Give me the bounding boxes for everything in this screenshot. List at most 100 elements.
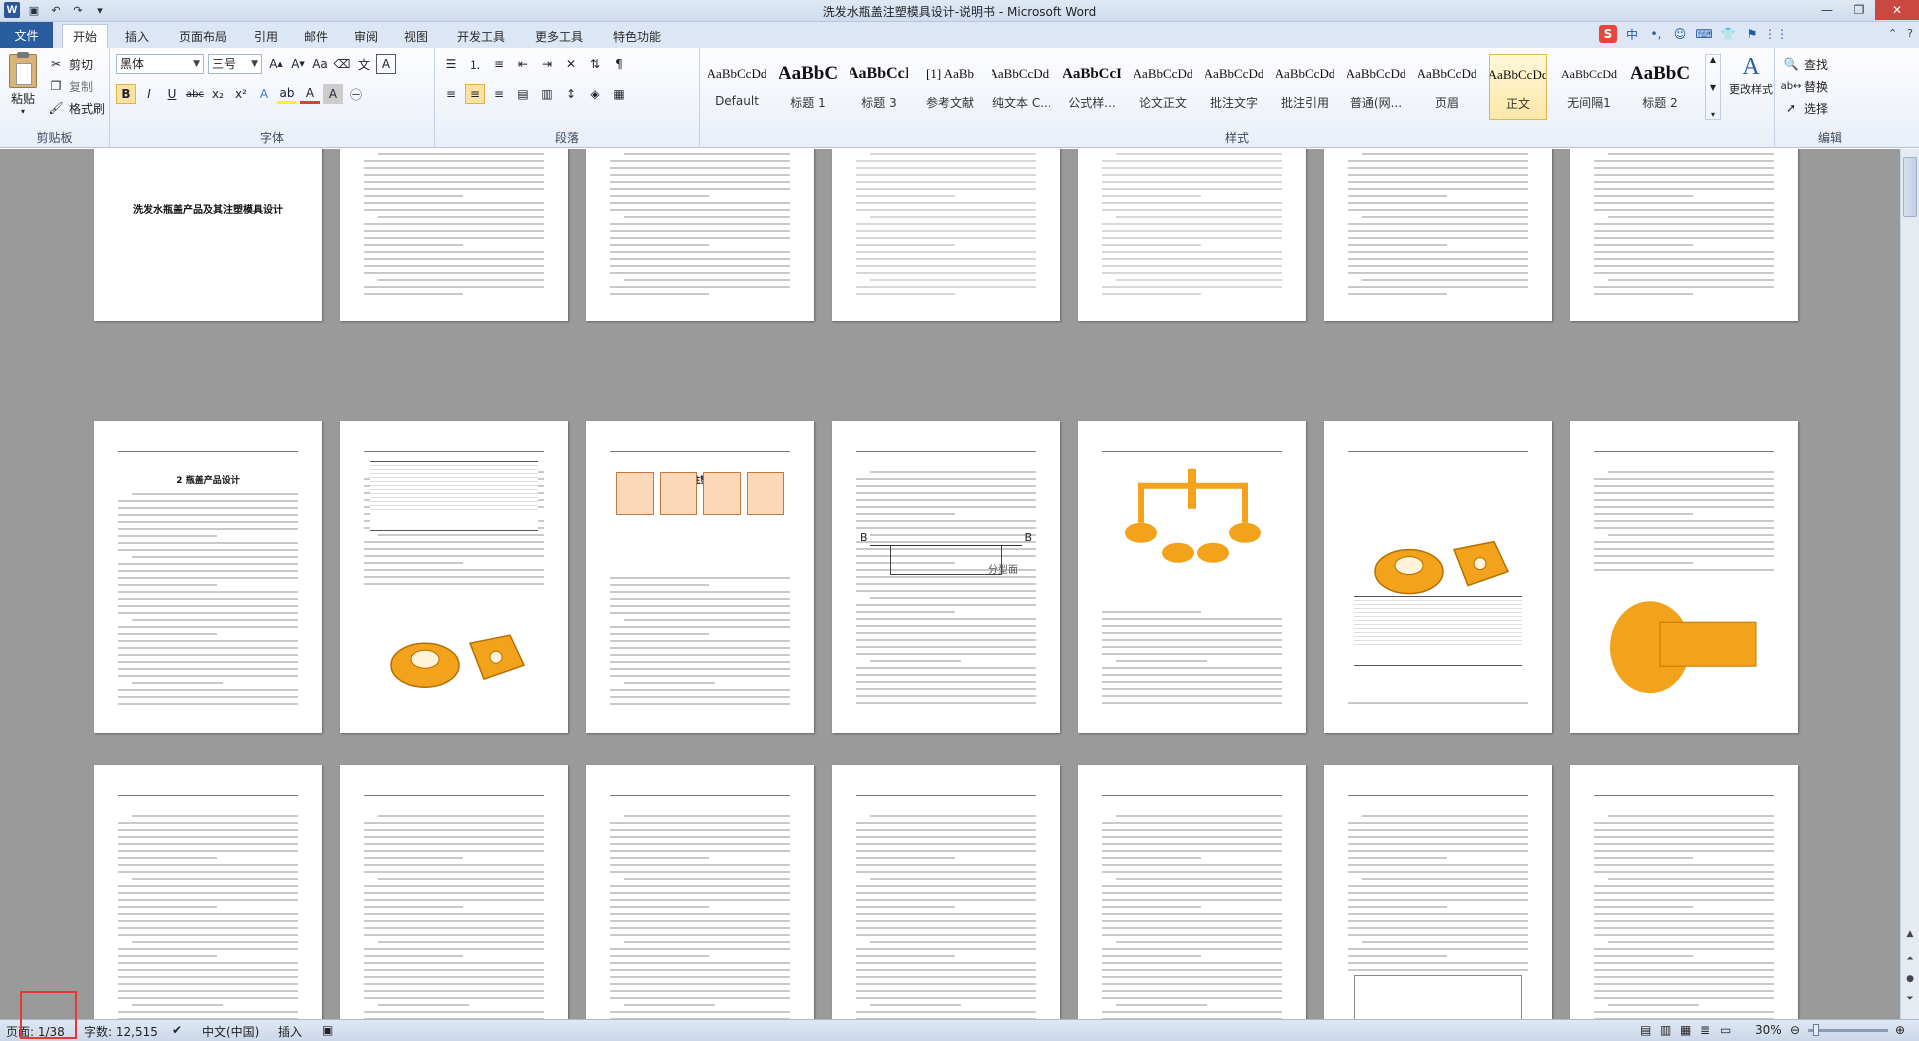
zoom-level[interactable]: 30%: [1755, 1023, 1782, 1037]
style-item[interactable]: AaBbC 标题 1: [779, 54, 837, 120]
document-page[interactable]: [1570, 421, 1798, 733]
print-layout-icon[interactable]: ▤: [1640, 1023, 1651, 1037]
document-page[interactable]: 3 瓶盖注塑模设计: [586, 421, 814, 733]
borders-icon[interactable]: ▦: [609, 84, 629, 104]
increase-indent-icon[interactable]: ⇥: [537, 54, 557, 74]
document-page[interactable]: [832, 149, 1060, 321]
document-page[interactable]: [586, 765, 814, 1019]
gallery-more-icon[interactable]: ▾: [1706, 110, 1720, 119]
bold-icon[interactable]: B: [116, 84, 136, 104]
strikethrough-icon[interactable]: abc: [185, 84, 205, 104]
document-page[interactable]: [340, 149, 568, 321]
justify-icon[interactable]: ▤: [513, 84, 533, 104]
document-page[interactable]: [1078, 765, 1306, 1019]
font-name-combo[interactable]: 黑体 ▼: [116, 54, 204, 74]
style-item[interactable]: AaBbCcDd 无间隔1: [1560, 54, 1618, 120]
align-center-icon[interactable]: ≡: [465, 84, 485, 104]
phonetic-guide-icon[interactable]: 文: [354, 54, 374, 74]
scrollbar-thumb[interactable]: [1903, 157, 1917, 217]
ribbon-collapse-icon[interactable]: ⌃: [1888, 27, 1897, 40]
enclose-character-icon[interactable]: ㊀: [346, 84, 366, 104]
distributed-icon[interactable]: ▥: [537, 84, 557, 104]
sort-icon[interactable]: ⇅: [585, 54, 605, 74]
align-right-icon[interactable]: ≡: [489, 84, 509, 104]
numbering-icon[interactable]: ⒈: [465, 54, 485, 74]
document-page[interactable]: 洗发水瓶盖产品及其注塑模具设计: [94, 149, 322, 321]
style-item[interactable]: AaBbCcI 公式样...: [1063, 54, 1121, 120]
highlight-icon[interactable]: ab: [277, 84, 297, 104]
character-shading-icon[interactable]: A: [323, 84, 343, 104]
style-item[interactable]: AaBbCcDd 正文: [1489, 54, 1547, 120]
zoom-slider[interactable]: [1808, 1029, 1888, 1032]
document-page[interactable]: [1570, 765, 1798, 1019]
web-layout-icon[interactable]: ▦: [1680, 1023, 1691, 1037]
chinese-layout-icon[interactable]: ✕: [561, 54, 581, 74]
paste-button[interactable]: 粘贴 ▾: [6, 52, 40, 116]
shading-icon[interactable]: ◈: [585, 84, 605, 104]
zoom-out-icon[interactable]: ⊖: [1790, 1023, 1800, 1037]
vertical-scrollbar[interactable]: ▲ ⏶ ● ⏷: [1900, 149, 1919, 1019]
superscript-icon[interactable]: x²: [231, 84, 251, 104]
document-page[interactable]: [1324, 765, 1552, 1019]
insert-mode[interactable]: 插入: [278, 1023, 302, 1040]
document-page[interactable]: [1324, 421, 1552, 733]
word-count[interactable]: 字数: 12,515: [84, 1023, 158, 1040]
full-screen-reading-icon[interactable]: ▥: [1660, 1023, 1671, 1037]
change-styles-button[interactable]: A 更改样式: [1728, 54, 1774, 97]
grow-font-icon[interactable]: A ▲: [266, 54, 286, 74]
underline-icon[interactable]: U: [162, 84, 182, 104]
multilevel-list-icon[interactable]: ≡: [489, 54, 509, 74]
document-page[interactable]: [340, 765, 568, 1019]
ime-menu-icon[interactable]: ⋮⋮: [1764, 25, 1788, 43]
style-item[interactable]: AaBbCcDd Default: [708, 54, 766, 120]
tab-page-layout[interactable]: 页面布局: [168, 24, 238, 48]
draft-view-icon[interactable]: ▭: [1720, 1023, 1731, 1037]
style-item[interactable]: AaBbCcDd 页眉: [1418, 54, 1476, 120]
document-page[interactable]: [832, 765, 1060, 1019]
change-case-icon[interactable]: Aa: [310, 54, 330, 74]
document-page[interactable]: [1078, 421, 1306, 733]
outline-view-icon[interactable]: ≣: [1700, 1023, 1710, 1037]
language-indicator[interactable]: 中文(中国): [202, 1023, 259, 1040]
tab-review[interactable]: 审阅: [344, 24, 388, 48]
character-border-icon[interactable]: A: [376, 54, 396, 74]
font-color-icon[interactable]: A: [300, 84, 320, 104]
browse-object-icon[interactable]: ●: [1904, 974, 1916, 988]
ime-flag-icon[interactable]: ⚑: [1743, 25, 1761, 43]
document-page[interactable]: [1324, 149, 1552, 321]
sogou-ime-icon[interactable]: S: [1599, 25, 1617, 43]
bullets-icon[interactable]: ☰: [441, 54, 461, 74]
subscript-icon[interactable]: x₂: [208, 84, 228, 104]
select-button[interactable]: ➚ 选择: [1781, 98, 1828, 118]
prev-page-icon[interactable]: ⏶: [1904, 954, 1916, 968]
document-page[interactable]: [1570, 149, 1798, 321]
proofing-icon[interactable]: ✔: [172, 1023, 182, 1037]
style-item[interactable]: AaBbCcDd 批注引用: [1276, 54, 1334, 120]
tab-insert[interactable]: 插入: [114, 24, 160, 48]
document-page[interactable]: 2 瓶盖产品设计: [94, 421, 322, 733]
copy-button[interactable]: ❐ 复制: [46, 76, 93, 96]
style-item[interactable]: AaBbC 标题 2: [1631, 54, 1689, 120]
tab-home[interactable]: 开始: [62, 24, 108, 48]
document-page[interactable]: [1078, 149, 1306, 321]
gallery-up-icon[interactable]: ▲: [1706, 55, 1720, 64]
close-button[interactable]: ✕: [1875, 0, 1919, 20]
style-item[interactable]: AaBbCcDd 批注文字: [1205, 54, 1263, 120]
text-effects-icon[interactable]: A: [254, 84, 274, 104]
tab-view[interactable]: 视图: [394, 24, 438, 48]
document-page[interactable]: [94, 765, 322, 1019]
show-marks-icon[interactable]: ¶: [609, 54, 629, 74]
zoom-slider-thumb[interactable]: [1813, 1024, 1819, 1036]
align-left-icon[interactable]: ≡: [441, 84, 461, 104]
format-painter-button[interactable]: 🖌 格式刷: [46, 98, 105, 118]
find-button[interactable]: 🔍 查找: [1781, 54, 1829, 74]
ime-keyboard-icon[interactable]: ⌨: [1695, 25, 1713, 43]
document-page[interactable]: [586, 149, 814, 321]
decrease-indent-icon[interactable]: ⇤: [513, 54, 533, 74]
italic-icon[interactable]: I: [139, 84, 159, 104]
tab-special-features[interactable]: 特色功能: [602, 24, 672, 48]
font-size-combo[interactable]: 三号 ▼: [208, 54, 262, 74]
ime-skin-icon[interactable]: 👕: [1719, 25, 1737, 43]
style-item[interactable]: AaBbCcDd 论文正文: [1134, 54, 1192, 120]
document-page[interactable]: B B 分型面: [832, 421, 1060, 733]
